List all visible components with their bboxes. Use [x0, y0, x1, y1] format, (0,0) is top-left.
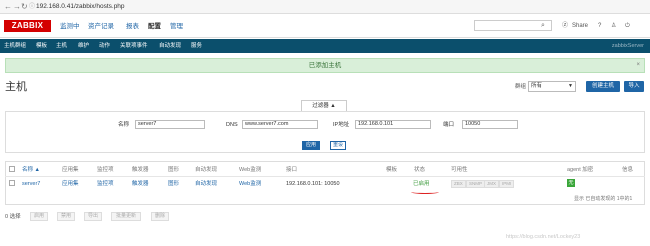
- group-select[interactable]: 所有 ▼: [528, 81, 576, 92]
- watermark: https://blog.csdn.net/Lockey23: [506, 234, 581, 240]
- reload-icon[interactable]: ↻: [21, 2, 28, 12]
- interface-value: 192.168.0.101: 10050: [286, 181, 340, 187]
- annotation-underline: [411, 190, 439, 194]
- header-triggers: 触发器: [132, 167, 149, 173]
- filter-panel: [5, 111, 645, 153]
- header-applications: 应用集: [62, 167, 79, 173]
- submenu-bar: 主机群组 模板 主机 维护 动作 关联项事件 自动发现 服务 zabbixSer…: [0, 39, 650, 53]
- create-host-button[interactable]: 创建主机: [586, 81, 620, 92]
- applications-link[interactable]: 应用集: [62, 180, 79, 188]
- filter-dns-input[interactable]: www.server7.com: [242, 120, 318, 129]
- menu-inventory[interactable]: 资产记录: [88, 22, 114, 32]
- address-bar[interactable]: 192.168.0.41/zabbix/hosts.php: [36, 2, 125, 12]
- page-info-icon[interactable]: ⓘ: [29, 2, 35, 12]
- header-availability: 可用性: [451, 167, 468, 173]
- submenu-host-groups[interactable]: 主机群组: [4, 42, 26, 50]
- enable-button[interactable]: 启用: [30, 212, 48, 221]
- header-items: 监控项: [97, 167, 114, 173]
- submenu-hosts[interactable]: 主机: [56, 42, 67, 50]
- top-header: ZABBIX 监测中 资产记录 报表 配置 管理 ⌕ Ⓩ Share ? ♙ ⏻: [0, 15, 650, 38]
- availability-ipmi: IPMI: [499, 180, 515, 188]
- help-icon[interactable]: ?: [598, 21, 601, 31]
- export-button[interactable]: 导出: [84, 212, 102, 221]
- filter-name-label: 名称: [118, 122, 130, 128]
- server-name: zabbixServer: [611, 43, 644, 49]
- browser-toolbar: ← → ↻ ⓘ 192.168.0.41/zabbix/hosts.php: [0, 0, 650, 14]
- header-interface: 接口: [286, 167, 298, 173]
- header-encryption: agent 加密: [567, 167, 594, 173]
- host-name-link[interactable]: server7: [22, 180, 40, 188]
- discovery-link[interactable]: 自动发现: [195, 180, 217, 188]
- header-web: Web监测: [239, 167, 262, 173]
- submenu-templates[interactable]: 模板: [36, 42, 47, 50]
- menu-administration[interactable]: 管理: [170, 22, 183, 32]
- filter-ip-input[interactable]: 192.168.0.101: [355, 120, 431, 129]
- header-info: 信息: [622, 167, 634, 173]
- header-name[interactable]: 名称 ▲: [22, 166, 40, 174]
- import-button[interactable]: 导入: [624, 81, 644, 92]
- availability-jmx: JMX: [484, 180, 499, 188]
- menu-configuration[interactable]: 配置: [148, 22, 161, 32]
- submenu-services[interactable]: 服务: [191, 42, 202, 50]
- logout-icon[interactable]: ⏻: [625, 21, 630, 31]
- web-link[interactable]: Web监测: [239, 180, 261, 188]
- page-title: 主机: [5, 81, 27, 93]
- success-message-text: 已添加主机: [308, 62, 342, 69]
- group-select-value: 所有: [531, 83, 543, 89]
- search-icon[interactable]: ⌕: [541, 20, 545, 31]
- forward-icon[interactable]: →: [13, 2, 21, 12]
- zabbix-logo[interactable]: ZABBIX: [4, 20, 51, 32]
- share-link[interactable]: Share: [572, 21, 588, 31]
- submenu-correlation[interactable]: 关联项事件: [120, 42, 148, 50]
- disable-button[interactable]: 禁用: [57, 212, 75, 221]
- support-icon[interactable]: Ⓩ: [562, 21, 568, 31]
- delete-button[interactable]: 删除: [151, 212, 169, 221]
- selected-count: 0 选择: [5, 214, 21, 220]
- menu-monitoring[interactable]: 监测中: [60, 22, 80, 32]
- reset-button[interactable]: 重设: [330, 141, 346, 150]
- submenu-actions[interactable]: 动作: [99, 42, 110, 50]
- filter-ip-label: IP地址: [333, 122, 350, 128]
- submenu-discovery[interactable]: 自动发现: [159, 42, 181, 50]
- apply-button[interactable]: 应用: [302, 141, 320, 150]
- filter-port-input[interactable]: 10050: [462, 120, 518, 129]
- menu-reports[interactable]: 报表: [126, 22, 139, 32]
- triggers-link[interactable]: 触发器: [132, 180, 149, 188]
- results-count: 显示 已自动发现的 1中的1: [574, 196, 633, 202]
- submenu-maintenance[interactable]: 维护: [78, 42, 89, 50]
- close-icon[interactable]: ×: [636, 59, 640, 72]
- mass-update-button[interactable]: 批量更新: [111, 212, 141, 221]
- header-graphs: 图形: [168, 167, 180, 173]
- filter-port-label: 端口: [443, 122, 455, 128]
- back-icon[interactable]: ←: [4, 2, 12, 12]
- row-divider: [5, 176, 645, 177]
- group-label: 群组: [515, 84, 527, 90]
- header-status: 状态: [414, 167, 426, 173]
- header-discovery: 自动发现: [195, 167, 218, 173]
- row-checkbox[interactable]: [9, 180, 15, 186]
- status-enabled-link[interactable]: 已启用: [413, 179, 435, 189]
- encryption-badge: 无: [567, 179, 575, 187]
- filter-name-input[interactable]: server7: [135, 120, 205, 129]
- filter-dns-label: DNS: [226, 122, 238, 128]
- chevron-down-icon: ▼: [568, 83, 573, 89]
- select-all-checkbox[interactable]: [9, 166, 15, 172]
- availability-snmp: SNMP: [466, 180, 486, 188]
- success-message: 已添加主机 ×: [5, 58, 645, 73]
- availability-zbx: ZBX: [451, 180, 466, 188]
- items-link[interactable]: 监控项: [97, 180, 114, 188]
- filter-tab[interactable]: 过滤器 ▲: [301, 100, 347, 111]
- profile-icon[interactable]: ♙: [611, 21, 616, 31]
- header-templates: 模板: [386, 167, 398, 173]
- graphs-link[interactable]: 图形: [168, 180, 179, 188]
